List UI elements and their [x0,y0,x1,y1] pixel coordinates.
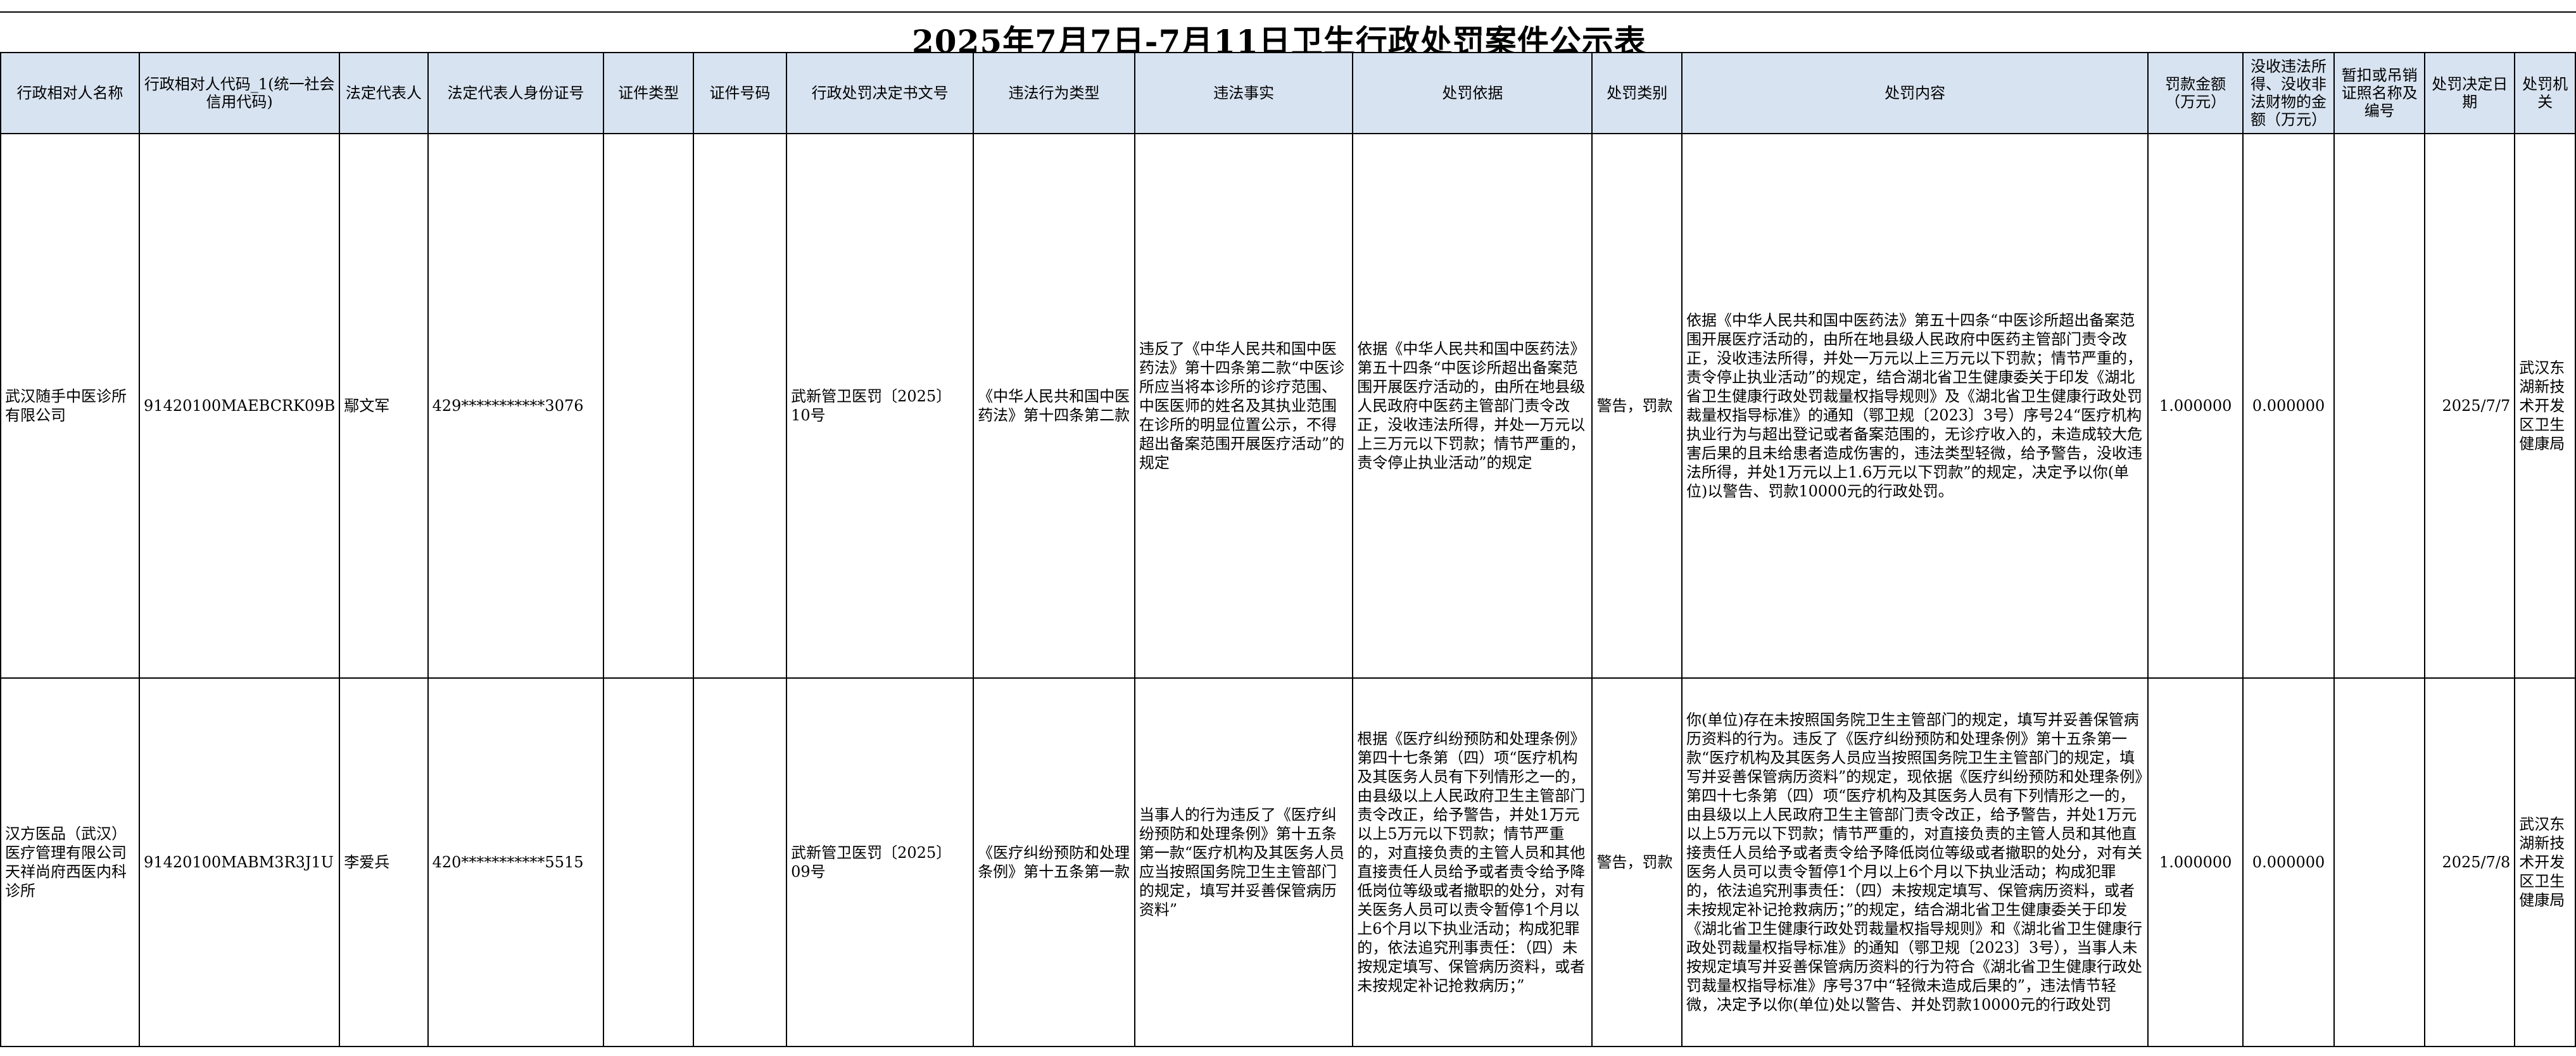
header-fine: 罚款金额（万元） [2147,52,2244,134]
cell-basis: 根据《医疗纠纷预防和处理条例》第四十七条第（四）项“医疗机构及其医务人员有下列情… [1352,677,1593,1047]
header-row: 行政相对人名称 行政相对人代码_1(统一社会信用代码) 法定代表人 法定代表人身… [0,52,2576,134]
penalty-table: 行政相对人名称 行政相对人代码_1(统一社会信用代码) 法定代表人 法定代表人身… [0,52,2576,1047]
cell-legal-rep: 李爱兵 [339,677,429,1047]
cell-authority: 武汉东湖新技术开发区卫生健康局 [2514,677,2576,1047]
cell-violation-type: 《中华人民共和国中医药法》第十四条第二款 [973,133,1135,679]
header-cert-type: 证件类型 [603,52,694,134]
cell-category: 警告，罚款 [1591,677,1683,1047]
cell-legal-rep: 鄢文军 [339,133,429,679]
cell-license [2333,133,2426,679]
cell-cert-type [603,133,694,679]
header-name: 行政相对人名称 [0,52,141,134]
cell-name: 武汉随手中医诊所有限公司 [0,133,141,679]
cell-id-number: 429***********3076 [427,133,605,679]
cell-doc-number: 武新管卫医罚〔2025〕09号 [786,677,975,1047]
header-authority: 处罚机关 [2514,52,2576,134]
cell-facts: 当事人的行为违反了《医疗纠纷预防和处理条例》第十五条第一款“医疗机构及其医务人员… [1133,677,1354,1047]
cell-confiscation: 0.000000 [2242,133,2335,679]
table-row: 汉方医品（武汉）医疗管理有限公司天祥尚府西医内科诊所 91420100MABM3… [0,677,2576,1047]
cell-fine: 1.000000 [2147,133,2244,679]
cell-license [2333,677,2426,1047]
header-facts: 违法事实 [1133,52,1354,134]
cell-code: 91420100MAEBCRK09B [139,133,341,679]
cell-code: 91420100MABM3R3J1U [139,677,341,1047]
header-category: 处罚类别 [1591,52,1683,134]
table-row: 武汉随手中医诊所有限公司 91420100MAEBCRK09B 鄢文军 429*… [0,133,2576,679]
cell-cert-number [692,133,788,679]
cell-facts: 违反了《中华人民共和国中医药法》第十四条第二款“中医诊所应当将本诊所的诊疗范围、… [1133,133,1354,679]
title-row: 2025年7月7日-7月11日卫生行政处罚案件公示表 [0,11,2576,60]
cell-content: 依据《中华人民共和国中医药法》第五十四条“中医诊所超出备案范围开展医疗活动的，由… [1681,133,2149,679]
header-cert-number: 证件号码 [692,52,788,134]
header-date: 处罚决定日期 [2424,52,2516,134]
cell-cert-type [603,677,694,1047]
header-id-number: 法定代表人身份证号 [427,52,605,134]
cell-fine: 1.000000 [2147,677,2244,1047]
cell-violation-type: 《医疗纠纷预防和处理条例》第十五条第一款 [973,677,1135,1047]
cell-basis: 依据《中华人民共和国中医药法》第五十四条“中医诊所超出备案范围开展医疗活动的，由… [1352,133,1593,679]
header-basis: 处罚依据 [1352,52,1593,134]
cell-cert-number [692,677,788,1047]
cell-authority: 武汉东湖新技术开发区卫生健康局 [2514,133,2576,679]
header-confiscation: 没收违法所得、没收非法财物的金额（万元） [2242,52,2335,134]
cell-confiscation: 0.000000 [2242,677,2335,1047]
cell-date: 2025/7/7 [2424,133,2516,679]
cell-doc-number: 武新管卫医罚〔2025〕10号 [786,133,975,679]
cell-content: 你(单位)存在未按照国务院卫生主管部门的规定，填写并妥善保管病历资料的行为。违反… [1681,677,2149,1047]
header-content: 处罚内容 [1681,52,2149,134]
spreadsheet: 2025年7月7日-7月11日卫生行政处罚案件公示表 行政相对人名称 行政相对人… [0,0,2576,1056]
header-violation-type: 违法行为类型 [973,52,1135,134]
header-license: 暂扣或吊销证照名称及编号 [2333,52,2426,134]
cell-category: 警告，罚款 [1591,133,1683,679]
cell-name: 汉方医品（武汉）医疗管理有限公司天祥尚府西医内科诊所 [0,677,141,1047]
cell-date: 2025/7/8 [2424,677,2516,1047]
header-code: 行政相对人代码_1(统一社会信用代码) [139,52,341,134]
cell-id-number: 420***********5515 [427,677,605,1047]
header-legal-rep: 法定代表人 [339,52,429,134]
header-doc-number: 行政处罚决定书文号 [786,52,975,134]
